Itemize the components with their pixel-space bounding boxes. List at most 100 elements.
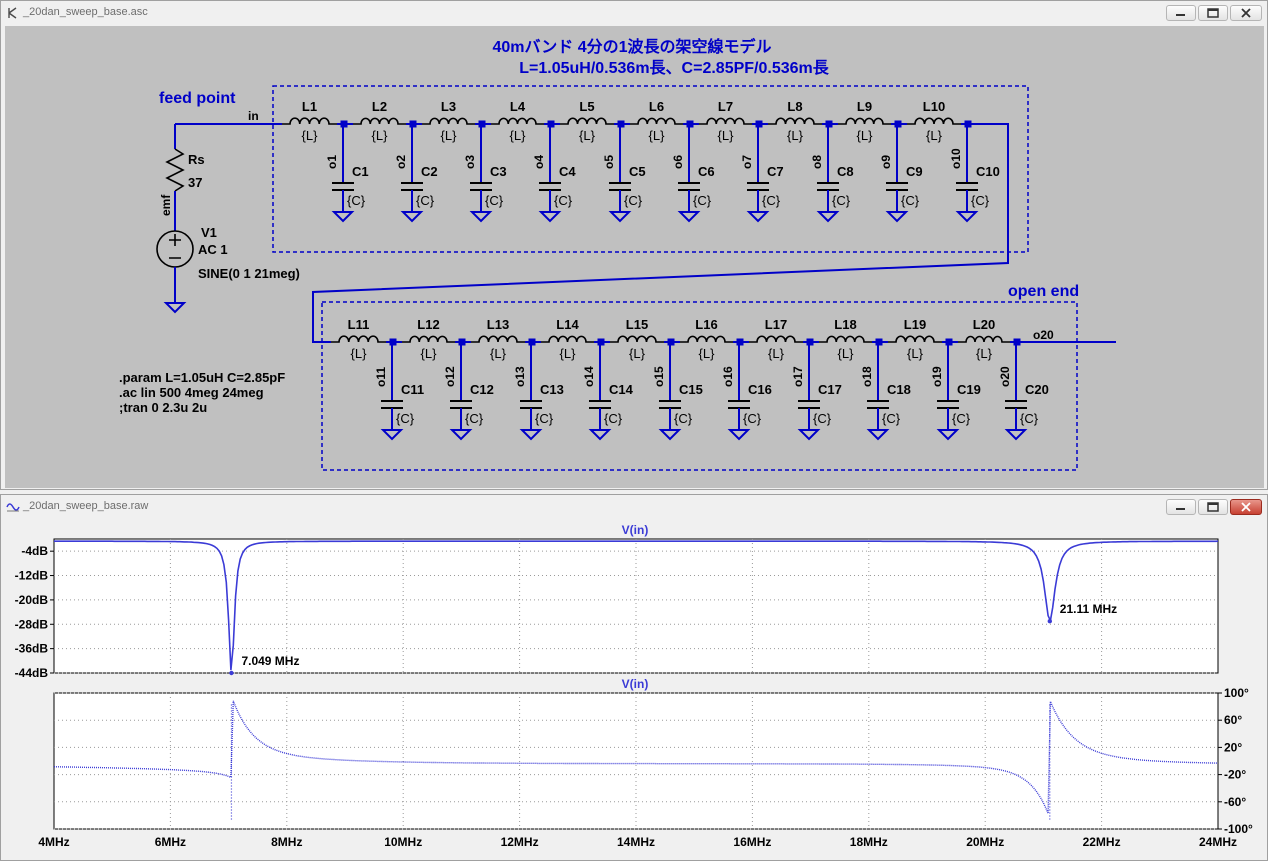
restore-icon xyxy=(1207,8,1219,18)
inductor-label: L14 xyxy=(556,317,579,332)
capacitor-value: {C} xyxy=(882,411,901,426)
inductor-label: L4 xyxy=(510,99,526,114)
capacitor-value: {C} xyxy=(624,193,643,208)
resonance-annotation: 21.11 MHz xyxy=(1060,602,1117,616)
node-label: o4 xyxy=(532,155,546,169)
schematic-titlebar[interactable]: _20dan_sweep_base.asc xyxy=(1,1,1267,25)
capacitor-c5 xyxy=(609,182,631,191)
inductor-value: {L} xyxy=(421,346,438,361)
x-tick-label: 14MHz xyxy=(617,835,655,849)
plot-window-title: _20dan_sweep_base.raw xyxy=(23,500,149,512)
node-label: o13 xyxy=(513,366,527,387)
spice-directive-param[interactable]: .param L=1.05uH C=2.85pF xyxy=(119,370,285,385)
x-tick-label: 10MHz xyxy=(384,835,422,849)
y-tick-label: -4dB xyxy=(21,544,48,558)
x-tick-label: 20MHz xyxy=(966,835,1004,849)
capacitor-label: C13 xyxy=(540,382,564,397)
inductor-value: {L} xyxy=(629,346,646,361)
capacitor-c10 xyxy=(956,182,978,191)
minimize-icon xyxy=(1176,14,1185,16)
x-tick-label: 24MHz xyxy=(1199,835,1237,849)
inductor-label: L20 xyxy=(973,317,995,332)
node-label: o9 xyxy=(879,155,893,169)
spice-directive-tran[interactable]: ;tran 0 2.3u 2u xyxy=(119,400,207,415)
capacitor-value: {C} xyxy=(485,193,504,208)
v1-sine: SINE(0 1 21meg) xyxy=(198,266,300,281)
inductor-label: L10 xyxy=(923,99,945,114)
close-button[interactable] xyxy=(1230,5,1262,21)
capacitor-c1 xyxy=(332,182,354,191)
restore-icon xyxy=(1207,502,1219,512)
inductor-value: {L} xyxy=(718,128,735,143)
node-label: o14 xyxy=(582,366,596,387)
inductor-value: {L} xyxy=(579,128,596,143)
inductor-l10 xyxy=(907,117,961,125)
inductor-label: L5 xyxy=(579,99,594,114)
restore-button[interactable] xyxy=(1198,499,1228,515)
inductor-value: {L} xyxy=(510,128,527,143)
dip-marker xyxy=(229,670,234,676)
schematic-canvas[interactable]: 40mバンド 4分の1波長の架空線モデル L=1.05uH/0.536m長、C=… xyxy=(5,26,1264,488)
x-tick-label: 18MHz xyxy=(850,835,888,849)
close-button[interactable] xyxy=(1230,499,1262,515)
inductor-label: L7 xyxy=(718,99,733,114)
inductor-label: L19 xyxy=(904,317,926,332)
open-end-label: open end xyxy=(1008,283,1079,300)
inductor-l6 xyxy=(630,117,683,125)
node-label: o1 xyxy=(325,155,339,169)
capacitor-value: {C} xyxy=(554,193,573,208)
capacitor-c4 xyxy=(539,182,561,191)
capacitor-label: C10 xyxy=(976,164,1000,179)
node-label: o8 xyxy=(810,155,824,169)
capacitor-value: {C} xyxy=(465,411,484,426)
capacitor-value: {C} xyxy=(813,411,832,426)
inductor-l19 xyxy=(888,335,942,343)
node-label: o20 xyxy=(998,366,1012,387)
capacitor-c9 xyxy=(886,182,908,191)
minimize-button[interactable] xyxy=(1166,5,1196,21)
resistor-rs xyxy=(165,148,185,192)
schematic-window-title: _20dan_sweep_base.asc xyxy=(23,6,148,18)
capacitor-label: C12 xyxy=(470,382,494,397)
capacitor-value: {C} xyxy=(971,193,990,208)
inductor-value: {L} xyxy=(857,128,874,143)
capacitor-c19 xyxy=(937,400,959,409)
inductor-label: L11 xyxy=(348,317,370,332)
inductor-l2 xyxy=(353,117,406,125)
capacitor-label: C17 xyxy=(818,382,842,397)
close-icon xyxy=(1241,8,1251,18)
close-icon xyxy=(1241,502,1251,512)
ground-symbol xyxy=(163,295,187,314)
minimize-button[interactable] xyxy=(1166,499,1196,515)
capacitor-value: {C} xyxy=(1020,411,1039,426)
net-label-emf: emf xyxy=(159,194,173,216)
capacitor-label: C7 xyxy=(767,164,784,179)
capacitor-c18 xyxy=(867,400,889,409)
dip-marker xyxy=(1047,619,1053,624)
capacitor-value: {C} xyxy=(832,193,851,208)
pane1-trace-title[interactable]: V(in) xyxy=(622,523,649,537)
waveform-plot[interactable]: V(in) V(in) -4dB -12dB -20dB -28dB -36dB -44d… xyxy=(1,519,1267,859)
inductor-value: {L} xyxy=(768,346,785,361)
capacitor-label: C6 xyxy=(698,164,715,179)
y-tick-label: 60° xyxy=(1224,713,1242,727)
inductor-l17 xyxy=(749,335,803,343)
capacitor-c14 xyxy=(589,400,611,409)
capacitor-c8 xyxy=(817,182,839,191)
inductor-label: L2 xyxy=(372,99,387,114)
schematic-drawing[interactable]: 40mバンド 4分の1波長の架空線モデル L=1.05uH/0.536m長、C=… xyxy=(5,26,1264,488)
capacitor-value: {C} xyxy=(347,193,366,208)
feed-point-label: feed point xyxy=(159,90,236,107)
pane2-trace-title[interactable]: V(in) xyxy=(622,677,649,691)
capacitor-label: C18 xyxy=(887,382,911,397)
schematic-window: _20dan_sweep_base.asc 40mバンド 4分の1波長の架空線モ… xyxy=(0,0,1268,490)
capacitor-value: {C} xyxy=(743,411,762,426)
x-tick-label: 12MHz xyxy=(501,835,539,849)
capacitor-label: C16 xyxy=(748,382,772,397)
x-tick-label: 8MHz xyxy=(271,835,302,849)
restore-button[interactable] xyxy=(1198,5,1228,21)
plot-titlebar[interactable]: _20dan_sweep_base.raw xyxy=(1,495,1267,519)
capacitor-label: C15 xyxy=(679,382,703,397)
inductor-label: L12 xyxy=(417,317,439,332)
spice-directive-ac[interactable]: .ac lin 500 4meg 24meg xyxy=(119,385,264,400)
